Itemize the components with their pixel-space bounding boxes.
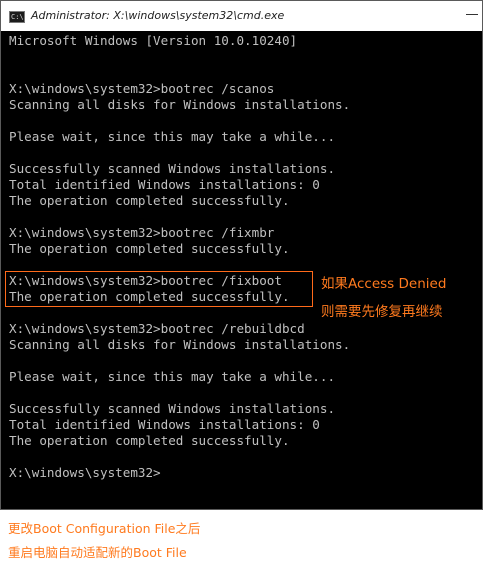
console-line: X:\windows\system32>bootrec /rebuildbcd <box>9 321 305 336</box>
console-line: The operation completed successfully. <box>9 193 290 208</box>
title-bar[interactable]: C:\ Administrator: X:\windows\system32\c… <box>1 1 482 31</box>
console-line: The operation completed successfully. <box>9 433 290 448</box>
console-line: Total identified Windows installations: … <box>9 177 320 192</box>
window-title: Administrator: X:\windows\system32\cmd.e… <box>31 9 285 22</box>
caption-line-1: 更改Boot Configuration File之后 <box>8 521 201 536</box>
annotation-access-denied: 如果Access Denied <box>321 276 447 292</box>
console-line: Please wait, since this may take a while… <box>9 129 336 144</box>
annotation-repair-first: 则需要先修复再继续 <box>321 304 443 320</box>
caption-line-2: 重启电脑自动适配新的Boot File <box>8 545 187 560</box>
console-line: The operation completed successfully. <box>9 241 290 256</box>
console-line: Microsoft Windows [Version 10.0.10240] <box>9 33 298 48</box>
console-line: Successfully scanned Windows installatio… <box>9 401 336 416</box>
console-prompt: X:\windows\system32> <box>9 465 161 480</box>
cmd-window: C:\ Administrator: X:\windows\system32\c… <box>0 0 483 510</box>
console-line: Please wait, since this may take a while… <box>9 369 336 384</box>
console-line: X:\windows\system32>bootrec /fixmbr <box>9 225 275 240</box>
console-line: Scanning all disks for Windows installat… <box>9 337 351 352</box>
console-line: Scanning all disks for Windows installat… <box>9 97 351 112</box>
console-line: Successfully scanned Windows installatio… <box>9 161 336 176</box>
console-line: X:\windows\system32>bootrec /scanos <box>9 81 275 96</box>
console-line: Total identified Windows installations: … <box>9 417 320 432</box>
console-output[interactable]: Microsoft Windows [Version 10.0.10240] X… <box>1 31 482 509</box>
cmd-icon: C:\ <box>9 11 25 23</box>
fixboot-highlight-box <box>5 271 313 307</box>
minimize-button[interactable] <box>461 5 482 25</box>
